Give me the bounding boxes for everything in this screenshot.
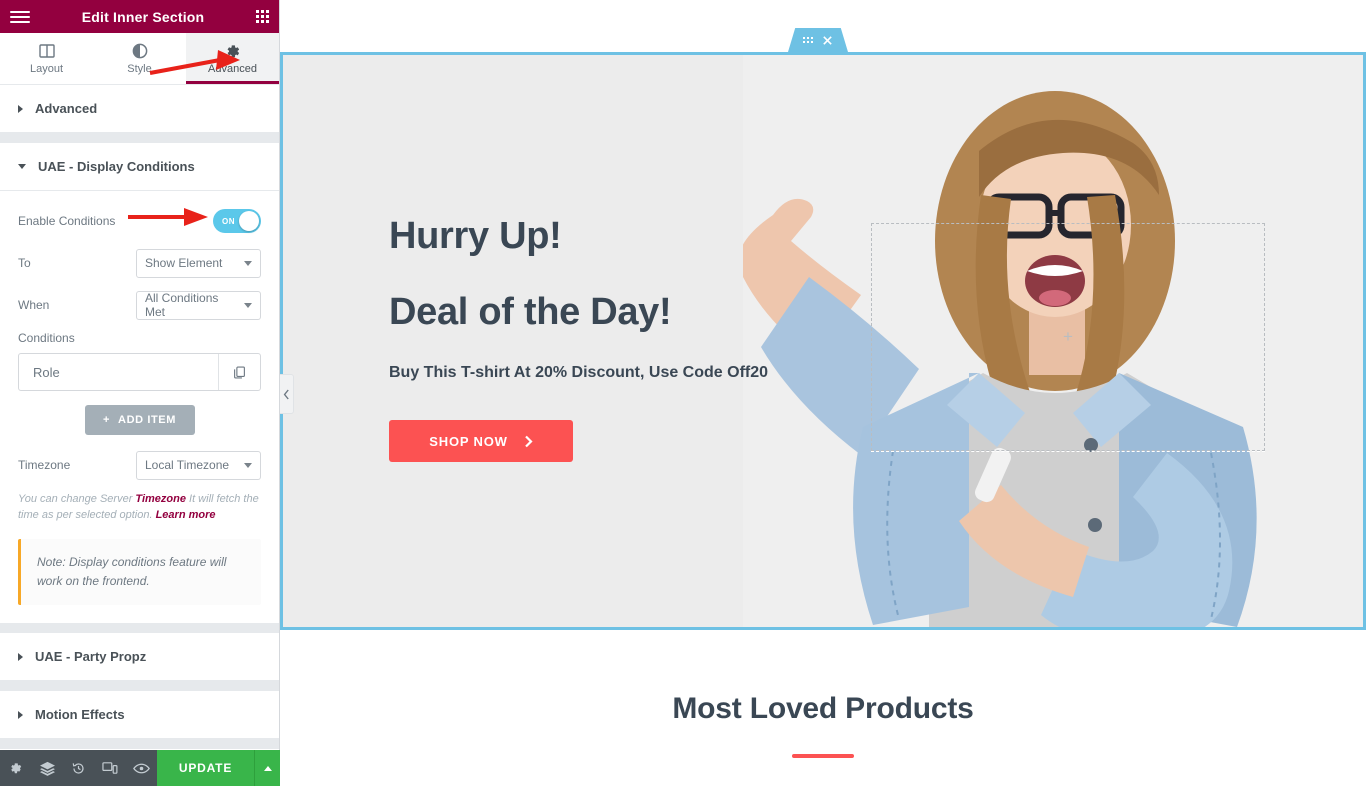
enable-conditions-row: Enable Conditions ON <box>18 205 261 237</box>
chevron-down-icon <box>18 164 26 169</box>
chevron-down-icon <box>244 463 252 468</box>
panel-header: Edit Inner Section <box>0 0 279 33</box>
chevron-down-icon <box>244 261 252 266</box>
helper-bold-timezone: Timezone <box>135 493 186 505</box>
grid-dots-icon[interactable] <box>803 37 813 43</box>
panel-collapse-handle[interactable] <box>280 374 294 414</box>
tab-style-label: Style <box>127 63 152 75</box>
update-button[interactable]: UPDATE <box>156 750 255 786</box>
update-options-button[interactable] <box>254 750 281 786</box>
layout-columns-icon <box>38 42 56 60</box>
elementor-editor-screen: Edit Inner Section Layout Style Advanced… <box>0 0 1366 786</box>
tab-layout-label: Layout <box>29 63 64 75</box>
section-motion-effects-label: Motion Effects <box>35 707 125 722</box>
when-select-value: All Conditions Met <box>145 291 219 319</box>
panel-title: Edit Inner Section <box>81 8 205 25</box>
column-divider-guide <box>871 451 1265 452</box>
layers-navigator-icon[interactable] <box>31 750 62 786</box>
products-section: Most Loved Products <box>280 630 1366 786</box>
editor-canvas: + Hurry Up! Deal of the Day! Buy This T-… <box>280 0 1366 786</box>
hero-inner-section[interactable]: + Hurry Up! Deal of the Day! Buy This T-… <box>280 52 1366 630</box>
hero-text-block[interactable]: Hurry Up! Deal of the Day! Buy This T-sh… <box>389 215 768 462</box>
shop-now-label: SHOP NOW <box>429 433 508 449</box>
toggle-knob <box>239 211 259 231</box>
empty-column-placeholder[interactable]: + <box>871 223 1265 451</box>
chevron-down-icon <box>244 303 252 308</box>
learn-more-link[interactable]: Learn more <box>156 509 216 521</box>
timezone-select-value: Local Timezone <box>145 458 230 472</box>
section-advanced-label: Advanced <box>35 101 98 116</box>
responsive-mode-icon[interactable] <box>94 750 125 786</box>
chevron-right-icon <box>18 104 23 113</box>
chevron-right-icon <box>18 710 23 719</box>
section-divider <box>0 623 279 633</box>
section-uae-display-conditions[interactable]: UAE - Display Conditions <box>0 143 279 191</box>
gear-icon <box>224 43 241 60</box>
section-divider <box>0 739 279 749</box>
to-select-value: Show Element <box>145 256 223 270</box>
to-label: To <box>18 256 31 270</box>
editor-panel: Edit Inner Section Layout Style Advanced… <box>0 0 280 786</box>
to-row: To Show Element <box>18 247 261 279</box>
contrast-circle-icon <box>131 42 149 60</box>
section-uae-party-propz[interactable]: UAE - Party Propz <box>0 633 279 681</box>
display-conditions-body: Enable Conditions ON To Show Element Whe… <box>0 191 279 623</box>
tab-style[interactable]: Style <box>93 33 186 84</box>
chevron-right-icon <box>18 652 23 661</box>
when-row: When All Conditions Met <box>18 289 261 321</box>
settings-gear-icon[interactable] <box>0 750 31 786</box>
condition-item-name[interactable]: Role <box>19 354 218 390</box>
tab-advanced[interactable]: Advanced <box>186 33 279 84</box>
timezone-row: Timezone Local Timezone <box>18 449 261 481</box>
shop-now-button[interactable]: SHOP NOW <box>389 420 573 462</box>
timezone-label: Timezone <box>18 458 71 472</box>
section-edit-handle[interactable] <box>788 28 848 52</box>
panel-tabs: Layout Style Advanced <box>0 33 279 85</box>
toggle-state-label: ON <box>222 216 235 226</box>
preview-eye-icon[interactable] <box>126 750 157 786</box>
close-x-icon[interactable] <box>822 35 833 46</box>
section-uae-display-conditions-label: UAE - Display Conditions <box>38 159 195 174</box>
section-uae-party-propz-label: UAE - Party Propz <box>35 649 147 664</box>
frontend-note: Note: Display conditions feature will wo… <box>18 539 261 605</box>
when-select[interactable]: All Conditions Met <box>136 290 261 320</box>
enable-conditions-label: Enable Conditions <box>18 214 116 228</box>
tab-advanced-label: Advanced <box>208 62 257 75</box>
timezone-select[interactable]: Local Timezone <box>136 450 261 480</box>
conditions-label: Conditions <box>18 331 75 345</box>
section-divider <box>0 133 279 143</box>
panel-scroll-area: Advanced UAE - Display Conditions Enable… <box>0 85 279 786</box>
panel-footer-toolbar: UPDATE <box>0 750 281 786</box>
tab-layout[interactable]: Layout <box>0 33 93 84</box>
copy-icon[interactable] <box>218 354 260 390</box>
section-advanced[interactable]: Advanced <box>0 85 279 133</box>
section-divider <box>0 681 279 691</box>
section-motion-effects[interactable]: Motion Effects <box>0 691 279 739</box>
plus-icon: + <box>1063 327 1073 346</box>
hero-heading-2: Deal of the Day! <box>389 291 672 333</box>
history-icon[interactable] <box>63 750 94 786</box>
add-item-button[interactable]: + ADD ITEM <box>84 405 195 435</box>
plus-icon: + <box>103 414 111 426</box>
helper-prefix: You can change Server <box>18 493 136 505</box>
widgets-grid-icon[interactable] <box>256 10 269 23</box>
chevron-right-icon <box>524 435 533 447</box>
hamburger-icon[interactable] <box>10 10 30 23</box>
hero-heading-1: Hurry Up! <box>389 215 562 257</box>
timezone-helper-text: You can change Server Timezone It will f… <box>18 491 261 523</box>
update-button-label: UPDATE <box>178 761 233 775</box>
to-select[interactable]: Show Element <box>136 248 261 278</box>
condition-repeater-item[interactable]: Role <box>18 353 261 391</box>
add-item-label: ADD ITEM <box>118 414 176 426</box>
products-title: Most Loved Products <box>672 692 974 725</box>
enable-conditions-toggle[interactable]: ON <box>213 209 261 233</box>
title-underline <box>792 754 854 758</box>
caret-up-icon <box>263 765 272 771</box>
when-label: When <box>18 298 50 312</box>
hero-subheading: Buy This T-shirt At 20% Discount, Use Co… <box>389 364 769 381</box>
